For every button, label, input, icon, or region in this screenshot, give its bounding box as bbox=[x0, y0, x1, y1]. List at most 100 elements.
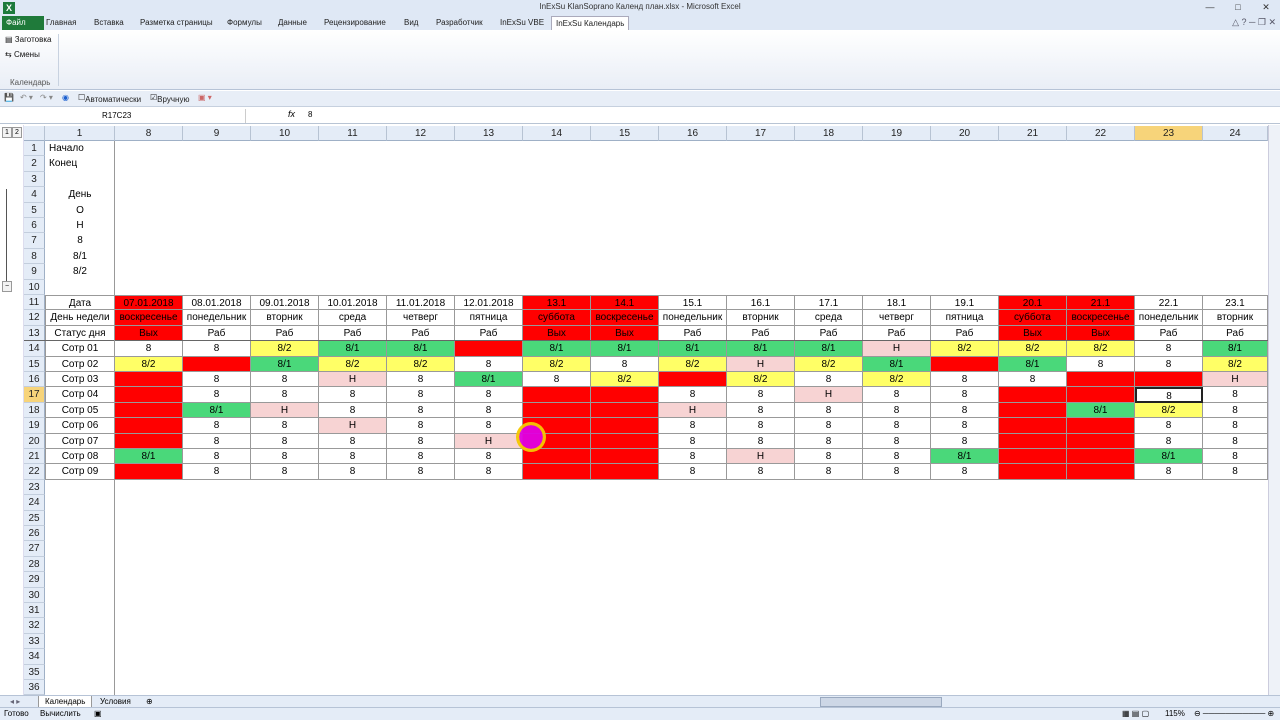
status-cell[interactable]: Раб bbox=[931, 325, 999, 342]
shift-cell[interactable] bbox=[115, 387, 183, 403]
shift-cell[interactable]: 8 bbox=[251, 449, 319, 465]
status-cell[interactable]: Раб bbox=[387, 325, 455, 342]
row-header[interactable]: 21 bbox=[24, 449, 45, 465]
outline-level-2-button[interactable]: 2 bbox=[12, 127, 22, 138]
auto-checkbox[interactable]: ☐ Автоматически bbox=[78, 93, 141, 104]
shift-cell[interactable]: 8 bbox=[1203, 418, 1268, 434]
status-cell[interactable]: Вых bbox=[523, 325, 591, 342]
weekday-cell[interactable]: пятница bbox=[455, 310, 523, 326]
row-header[interactable]: 36 bbox=[24, 680, 45, 696]
shift-cell[interactable]: 8/1 bbox=[863, 356, 931, 372]
smeny-button[interactable]: ⇆ Смены bbox=[5, 50, 40, 59]
weekday-cell[interactable]: суббота bbox=[999, 310, 1067, 326]
shift-cell[interactable]: 8 bbox=[183, 449, 251, 465]
shift-cell[interactable]: 8 bbox=[659, 418, 727, 434]
shift-cell[interactable] bbox=[523, 402, 591, 419]
shift-cell[interactable]: 8 bbox=[251, 418, 319, 434]
row-header[interactable]: 28 bbox=[24, 556, 45, 573]
row-header[interactable]: 26 bbox=[24, 526, 45, 542]
shift-cell[interactable]: 8/1 bbox=[115, 449, 183, 465]
shift-cell[interactable]: 8 bbox=[727, 433, 795, 449]
row-header[interactable]: 8 bbox=[24, 248, 45, 265]
row-header[interactable]: 25 bbox=[24, 510, 45, 526]
date-cell[interactable]: 08.01.2018 bbox=[183, 295, 251, 311]
sheet-tab-conditions[interactable]: Условия bbox=[94, 696, 137, 707]
date-cell[interactable]: 20.1 bbox=[999, 295, 1067, 311]
shift-cell[interactable]: 8 bbox=[659, 449, 727, 465]
weekday-cell[interactable]: воскресенье bbox=[115, 310, 183, 326]
shift-cell[interactable]: 8 bbox=[319, 433, 387, 449]
row-header[interactable]: 11 bbox=[24, 295, 45, 311]
column-header[interactable]: 20 bbox=[931, 126, 999, 141]
shift-cell[interactable]: 8 bbox=[387, 433, 455, 449]
weekday-cell[interactable]: четверг bbox=[387, 310, 455, 326]
shift-cell[interactable] bbox=[591, 402, 659, 419]
shift-cell[interactable]: 8/1 bbox=[1135, 449, 1203, 465]
shift-cell[interactable] bbox=[1067, 449, 1135, 465]
row-header[interactable]: 10 bbox=[24, 279, 45, 295]
shift-cell[interactable]: 8/2 bbox=[1135, 402, 1203, 419]
shift-cell[interactable] bbox=[999, 449, 1067, 465]
select-all-corner[interactable] bbox=[24, 126, 45, 141]
shift-cell[interactable]: 8 bbox=[387, 372, 455, 388]
status-cell[interactable]: Вых bbox=[1067, 325, 1135, 342]
staff-name[interactable]: Сотр 05 bbox=[45, 402, 115, 419]
help-icon[interactable]: △ ? ─ ❐ ✕ bbox=[1232, 17, 1276, 28]
staff-name[interactable]: Сотр 06 bbox=[45, 418, 115, 434]
row-header[interactable]: 16 bbox=[24, 372, 45, 388]
staff-name[interactable]: Сотр 04 bbox=[45, 387, 115, 403]
shift-cell[interactable]: 8 bbox=[1135, 464, 1203, 480]
row-header[interactable]: 7 bbox=[24, 233, 45, 249]
horizontal-scrollbar[interactable] bbox=[820, 697, 942, 707]
label-r1[interactable]: Начало bbox=[45, 141, 115, 156]
column-header[interactable]: 19 bbox=[863, 126, 931, 141]
image-icon[interactable]: ▣ ▾ bbox=[198, 93, 212, 102]
shift-cell[interactable]: Н bbox=[795, 387, 863, 403]
status-calc[interactable]: Вычислить bbox=[40, 709, 81, 718]
row-header[interactable]: 23 bbox=[24, 479, 45, 496]
shift-cell[interactable]: 8 bbox=[455, 464, 523, 480]
column-header[interactable]: 10 bbox=[251, 126, 319, 141]
shift-cell[interactable] bbox=[115, 372, 183, 388]
status-cell[interactable]: Раб bbox=[319, 325, 387, 342]
shift-cell[interactable]: 8 bbox=[1203, 387, 1268, 403]
shift-cell[interactable]: 8 bbox=[1203, 402, 1268, 419]
column-header[interactable]: 1 bbox=[45, 126, 115, 141]
status-cell[interactable]: Раб bbox=[455, 325, 523, 342]
shift-cell[interactable] bbox=[999, 464, 1067, 480]
shift-cell[interactable]: 8 bbox=[1135, 433, 1203, 449]
shift-cell[interactable]: 8 bbox=[727, 464, 795, 480]
date-cell[interactable]: 19.1 bbox=[931, 295, 999, 311]
shift-cell[interactable]: 8 bbox=[387, 402, 455, 419]
weekday-cell[interactable]: среда bbox=[795, 310, 863, 326]
tab-developer[interactable]: Разработчик bbox=[432, 16, 487, 30]
status-cell[interactable]: Вых bbox=[999, 325, 1067, 342]
column-header[interactable]: 22 bbox=[1067, 126, 1135, 141]
tab-view[interactable]: Вид bbox=[400, 16, 422, 30]
column-header[interactable]: 18 bbox=[795, 126, 863, 141]
vertical-scrollbar[interactable] bbox=[1268, 125, 1280, 695]
row-header[interactable]: 1 bbox=[24, 141, 45, 157]
shift-cell[interactable]: 8/1 bbox=[999, 356, 1067, 372]
column-header[interactable]: 24 bbox=[1203, 126, 1268, 141]
shift-cell[interactable]: 8 bbox=[931, 402, 999, 419]
undo-icon[interactable]: ↶ ▾ bbox=[20, 93, 33, 102]
status-cell[interactable]: Раб bbox=[659, 325, 727, 342]
weekday-cell[interactable]: вторник bbox=[251, 310, 319, 326]
status-cell[interactable]: Раб bbox=[1135, 325, 1203, 342]
shift-cell[interactable]: 8 bbox=[319, 449, 387, 465]
shift-cell[interactable]: 8/2 bbox=[1203, 356, 1268, 372]
shift-cell[interactable] bbox=[455, 341, 523, 357]
status-cell[interactable]: Раб bbox=[183, 325, 251, 342]
weekday-cell[interactable]: среда bbox=[319, 310, 387, 326]
weekday-cell[interactable]: воскресенье bbox=[1067, 310, 1135, 326]
column-header[interactable]: 23 bbox=[1135, 126, 1203, 141]
tab-review[interactable]: Рецензирование bbox=[320, 16, 390, 30]
weekday-cell[interactable]: вторник bbox=[727, 310, 795, 326]
row-header[interactable]: 20 bbox=[24, 433, 45, 449]
status-cell[interactable]: Раб bbox=[251, 325, 319, 342]
save-icon[interactable]: 💾 bbox=[4, 93, 14, 102]
shift-cell[interactable]: 8 bbox=[183, 341, 251, 357]
row-header[interactable]: 29 bbox=[24, 572, 45, 588]
shift-cell[interactable]: 8/1 bbox=[1067, 402, 1135, 419]
